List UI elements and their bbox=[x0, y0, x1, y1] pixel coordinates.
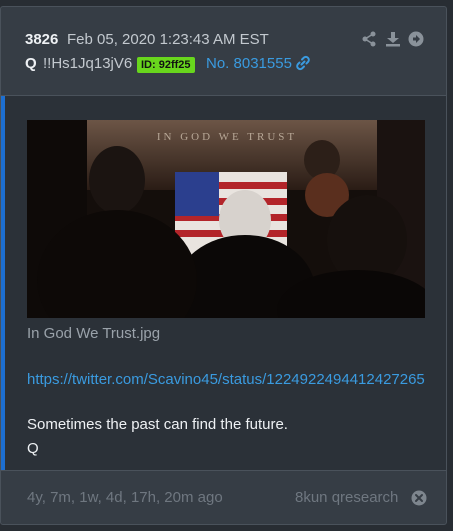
post-image[interactable]: IN GOD WE TRUST bbox=[27, 120, 425, 318]
photo-illustration: IN GOD WE TRUST bbox=[27, 120, 425, 318]
post-body: IN GOD WE TRUST In God We Trust.jpg http… bbox=[1, 95, 446, 471]
arrow-right-icon[interactable] bbox=[408, 31, 424, 47]
author-name: Q bbox=[25, 55, 37, 72]
post-number-link[interactable]: No. 8031555 bbox=[206, 55, 292, 72]
id-badge[interactable]: ID: 92ff25 bbox=[137, 57, 195, 73]
post-number: 3826 bbox=[25, 31, 59, 48]
tripcode: !!Hs1Jq13jV6 bbox=[43, 55, 133, 72]
post-signature: Q bbox=[27, 440, 39, 457]
link-icon[interactable] bbox=[295, 55, 311, 71]
post-card: 3826 Feb 05, 2020 1:23:43 AM EST Q !!Hs1… bbox=[0, 6, 447, 525]
board-name: 8kun qresearch bbox=[295, 489, 399, 506]
download-icon[interactable] bbox=[385, 31, 401, 47]
tweet-link[interactable]: https://twitter.com/Scavino45/status/122… bbox=[27, 369, 427, 391]
post-header: 3826 Feb 05, 2020 1:23:43 AM EST Q !!Hs1… bbox=[1, 7, 446, 95]
accent-bar bbox=[1, 96, 5, 470]
post-footer: 4y, 7m, 1w, 4d, 17h, 20m ago 8kun qresea… bbox=[1, 471, 446, 524]
time-ago: 4y, 7m, 1w, 4d, 17h, 20m ago bbox=[27, 489, 223, 506]
image-filename[interactable]: In God We Trust.jpg bbox=[27, 325, 160, 342]
image-text: IN GOD WE TRUST bbox=[157, 131, 297, 143]
post-date: Feb 05, 2020 1:23:43 AM EST bbox=[67, 31, 269, 48]
close-circle-icon[interactable] bbox=[411, 490, 427, 506]
post-message: Sometimes the past can find the future. bbox=[27, 416, 288, 433]
share-icon[interactable] bbox=[361, 31, 377, 47]
